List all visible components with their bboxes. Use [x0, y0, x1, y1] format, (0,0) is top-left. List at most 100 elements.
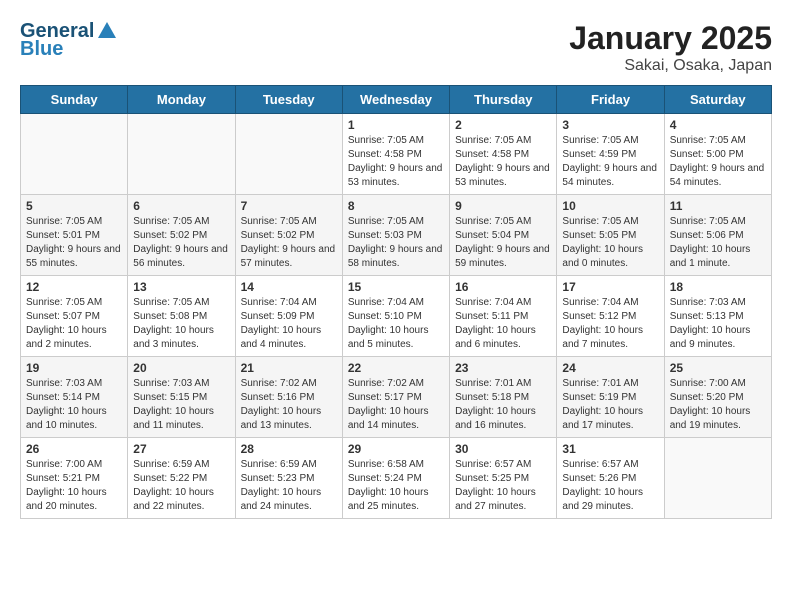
day-number: 19	[26, 361, 122, 375]
day-detail: Sunrise: 7:01 AM Sunset: 5:19 PM Dayligh…	[562, 377, 658, 433]
day-detail: Sunrise: 6:57 AM Sunset: 5:25 PM Dayligh…	[455, 458, 551, 514]
page-subtitle: Sakai, Osaka, Japan	[569, 57, 772, 75]
calendar-cell: 28 Sunrise: 6:59 AM Sunset: 5:23 PM Dayli…	[235, 438, 342, 519]
calendar-table: SundayMondayTuesdayWednesdayThursdayFrid…	[20, 85, 772, 519]
day-detail: Sunrise: 7:03 AM Sunset: 5:15 PM Dayligh…	[133, 377, 229, 433]
day-detail: Sunrise: 7:00 AM Sunset: 5:20 PM Dayligh…	[670, 377, 766, 433]
calendar-cell: 8Sunrise: 7:05 AM Sunset: 5:03 PM Daylig…	[342, 195, 449, 276]
day-number: 14	[241, 280, 337, 294]
calendar-cell: 3 Sunrise: 7:05 AM Sunset: 4:59 PM Daylig…	[557, 114, 664, 195]
day-detail: Sunrise: 6:57 AM Sunset: 5:26 PM Dayligh…	[562, 458, 658, 514]
calendar-cell	[21, 114, 128, 195]
day-detail: Sunrise: 7:05 AM Sunset: 5:03 PM Dayligh…	[348, 215, 444, 271]
calendar-cell: 16 Sunrise: 7:04 AM Sunset: 5:11 PM Dayli…	[450, 276, 557, 357]
calendar-cell: 2Sunrise: 7:05 AM Sunset: 4:58 PM Daylig…	[450, 114, 557, 195]
day-detail: Sunrise: 6:59 AM Sunset: 5:23 PM Dayligh…	[241, 458, 337, 514]
column-header-sunday: Sunday	[21, 86, 128, 114]
day-detail: Sunrise: 7:05 AM Sunset: 5:06 PM Dayligh…	[670, 215, 766, 271]
calendar-cell: 24Sunrise: 7:01 AM Sunset: 5:19 PM Dayli…	[557, 357, 664, 438]
day-detail: Sunrise: 7:02 AM Sunset: 5:16 PM Dayligh…	[241, 377, 337, 433]
page-title: January 2025	[569, 20, 772, 57]
calendar-cell: 17 Sunrise: 7:04 AM Sunset: 5:12 PM Dayli…	[557, 276, 664, 357]
calendar-header-row: SundayMondayTuesdayWednesdayThursdayFrid…	[21, 86, 772, 114]
day-number: 5	[26, 199, 122, 213]
day-detail: Sunrise: 7:03 AM Sunset: 5:13 PM Dayligh…	[670, 296, 766, 352]
day-detail: Sunrise: 7:04 AM Sunset: 5:12 PM Dayligh…	[562, 296, 658, 352]
day-number: 6	[133, 199, 229, 213]
day-detail: Sunrise: 7:05 AM Sunset: 5:08 PM Dayligh…	[133, 296, 229, 352]
day-detail: Sunrise: 7:05 AM Sunset: 4:58 PM Dayligh…	[348, 134, 444, 190]
day-detail: Sunrise: 7:03 AM Sunset: 5:14 PM Dayligh…	[26, 377, 122, 433]
calendar-cell: 1Sunrise: 7:05 AM Sunset: 4:58 PM Daylig…	[342, 114, 449, 195]
day-number: 10	[562, 199, 658, 213]
logo-blue: Blue	[20, 38, 118, 60]
day-number: 4	[670, 118, 766, 132]
day-detail: Sunrise: 7:05 AM Sunset: 5:00 PM Dayligh…	[670, 134, 766, 190]
calendar-cell: 19 Sunrise: 7:03 AM Sunset: 5:14 PM Dayli…	[21, 357, 128, 438]
calendar-cell: 6 Sunrise: 7:05 AM Sunset: 5:02 PM Daylig…	[128, 195, 235, 276]
day-number: 17	[562, 280, 658, 294]
day-detail: Sunrise: 7:04 AM Sunset: 5:10 PM Dayligh…	[348, 296, 444, 352]
column-header-wednesday: Wednesday	[342, 86, 449, 114]
page-header: General Blue January 2025 Sakai, Osaka, …	[20, 20, 772, 75]
day-detail: Sunrise: 7:05 AM Sunset: 5:05 PM Dayligh…	[562, 215, 658, 271]
day-detail: Sunrise: 7:05 AM Sunset: 5:07 PM Dayligh…	[26, 296, 122, 352]
calendar-cell: 14Sunrise: 7:04 AM Sunset: 5:09 PM Dayli…	[235, 276, 342, 357]
calendar-week-row: 26 Sunrise: 7:00 AM Sunset: 5:21 PM Dayli…	[21, 438, 772, 519]
calendar-cell: 20 Sunrise: 7:03 AM Sunset: 5:15 PM Dayli…	[128, 357, 235, 438]
calendar-cell: 22 Sunrise: 7:02 AM Sunset: 5:17 PM Dayli…	[342, 357, 449, 438]
day-number: 7	[241, 199, 337, 213]
calendar-cell: 13 Sunrise: 7:05 AM Sunset: 5:08 PM Dayli…	[128, 276, 235, 357]
calendar-cell: 25 Sunrise: 7:00 AM Sunset: 5:20 PM Dayli…	[664, 357, 771, 438]
day-number: 25	[670, 361, 766, 375]
day-detail: Sunrise: 7:01 AM Sunset: 5:18 PM Dayligh…	[455, 377, 551, 433]
day-number: 31	[562, 442, 658, 456]
day-number: 26	[26, 442, 122, 456]
day-number: 3	[562, 118, 658, 132]
day-number: 27	[133, 442, 229, 456]
calendar-cell: 7 Sunrise: 7:05 AM Sunset: 5:02 PM Daylig…	[235, 195, 342, 276]
calendar-cell: 18 Sunrise: 7:03 AM Sunset: 5:13 PM Dayli…	[664, 276, 771, 357]
day-number: 11	[670, 199, 766, 213]
calendar-cell: 12Sunrise: 7:05 AM Sunset: 5:07 PM Dayli…	[21, 276, 128, 357]
day-detail: Sunrise: 7:05 AM Sunset: 5:02 PM Dayligh…	[133, 215, 229, 271]
calendar-cell: 23Sunrise: 7:01 AM Sunset: 5:18 PM Dayli…	[450, 357, 557, 438]
day-detail: Sunrise: 7:05 AM Sunset: 4:59 PM Dayligh…	[562, 134, 658, 190]
day-number: 13	[133, 280, 229, 294]
calendar-week-row: 1Sunrise: 7:05 AM Sunset: 4:58 PM Daylig…	[21, 114, 772, 195]
day-detail: Sunrise: 6:58 AM Sunset: 5:24 PM Dayligh…	[348, 458, 444, 514]
calendar-cell: 11 Sunrise: 7:05 AM Sunset: 5:06 PM Dayli…	[664, 195, 771, 276]
title-block: January 2025 Sakai, Osaka, Japan	[569, 20, 772, 75]
day-number: 28	[241, 442, 337, 456]
calendar-cell: 21Sunrise: 7:02 AM Sunset: 5:16 PM Dayli…	[235, 357, 342, 438]
day-number: 9	[455, 199, 551, 213]
calendar-cell: 4 Sunrise: 7:05 AM Sunset: 5:00 PM Daylig…	[664, 114, 771, 195]
calendar-cell: 26 Sunrise: 7:00 AM Sunset: 5:21 PM Dayli…	[21, 438, 128, 519]
calendar-cell	[128, 114, 235, 195]
day-detail: Sunrise: 7:05 AM Sunset: 5:02 PM Dayligh…	[241, 215, 337, 271]
calendar-cell: 30 Sunrise: 6:57 AM Sunset: 5:25 PM Dayli…	[450, 438, 557, 519]
calendar-cell: 10 Sunrise: 7:05 AM Sunset: 5:05 PM Dayli…	[557, 195, 664, 276]
column-header-friday: Friday	[557, 86, 664, 114]
day-number: 18	[670, 280, 766, 294]
column-header-thursday: Thursday	[450, 86, 557, 114]
calendar-cell: 29Sunrise: 6:58 AM Sunset: 5:24 PM Dayli…	[342, 438, 449, 519]
day-number: 16	[455, 280, 551, 294]
logo: General Blue	[20, 20, 118, 60]
day-number: 15	[348, 280, 444, 294]
calendar-week-row: 12Sunrise: 7:05 AM Sunset: 5:07 PM Dayli…	[21, 276, 772, 357]
day-number: 30	[455, 442, 551, 456]
day-detail: Sunrise: 7:04 AM Sunset: 5:11 PM Dayligh…	[455, 296, 551, 352]
day-detail: Sunrise: 6:59 AM Sunset: 5:22 PM Dayligh…	[133, 458, 229, 514]
day-detail: Sunrise: 7:02 AM Sunset: 5:17 PM Dayligh…	[348, 377, 444, 433]
calendar-cell	[664, 438, 771, 519]
day-detail: Sunrise: 7:05 AM Sunset: 5:04 PM Dayligh…	[455, 215, 551, 271]
calendar-cell: 9 Sunrise: 7:05 AM Sunset: 5:04 PM Daylig…	[450, 195, 557, 276]
day-number: 20	[133, 361, 229, 375]
calendar-cell: 15 Sunrise: 7:04 AM Sunset: 5:10 PM Dayli…	[342, 276, 449, 357]
day-number: 22	[348, 361, 444, 375]
calendar-cell	[235, 114, 342, 195]
day-detail: Sunrise: 7:05 AM Sunset: 5:01 PM Dayligh…	[26, 215, 122, 271]
day-detail: Sunrise: 7:00 AM Sunset: 5:21 PM Dayligh…	[26, 458, 122, 514]
day-number: 2	[455, 118, 551, 132]
